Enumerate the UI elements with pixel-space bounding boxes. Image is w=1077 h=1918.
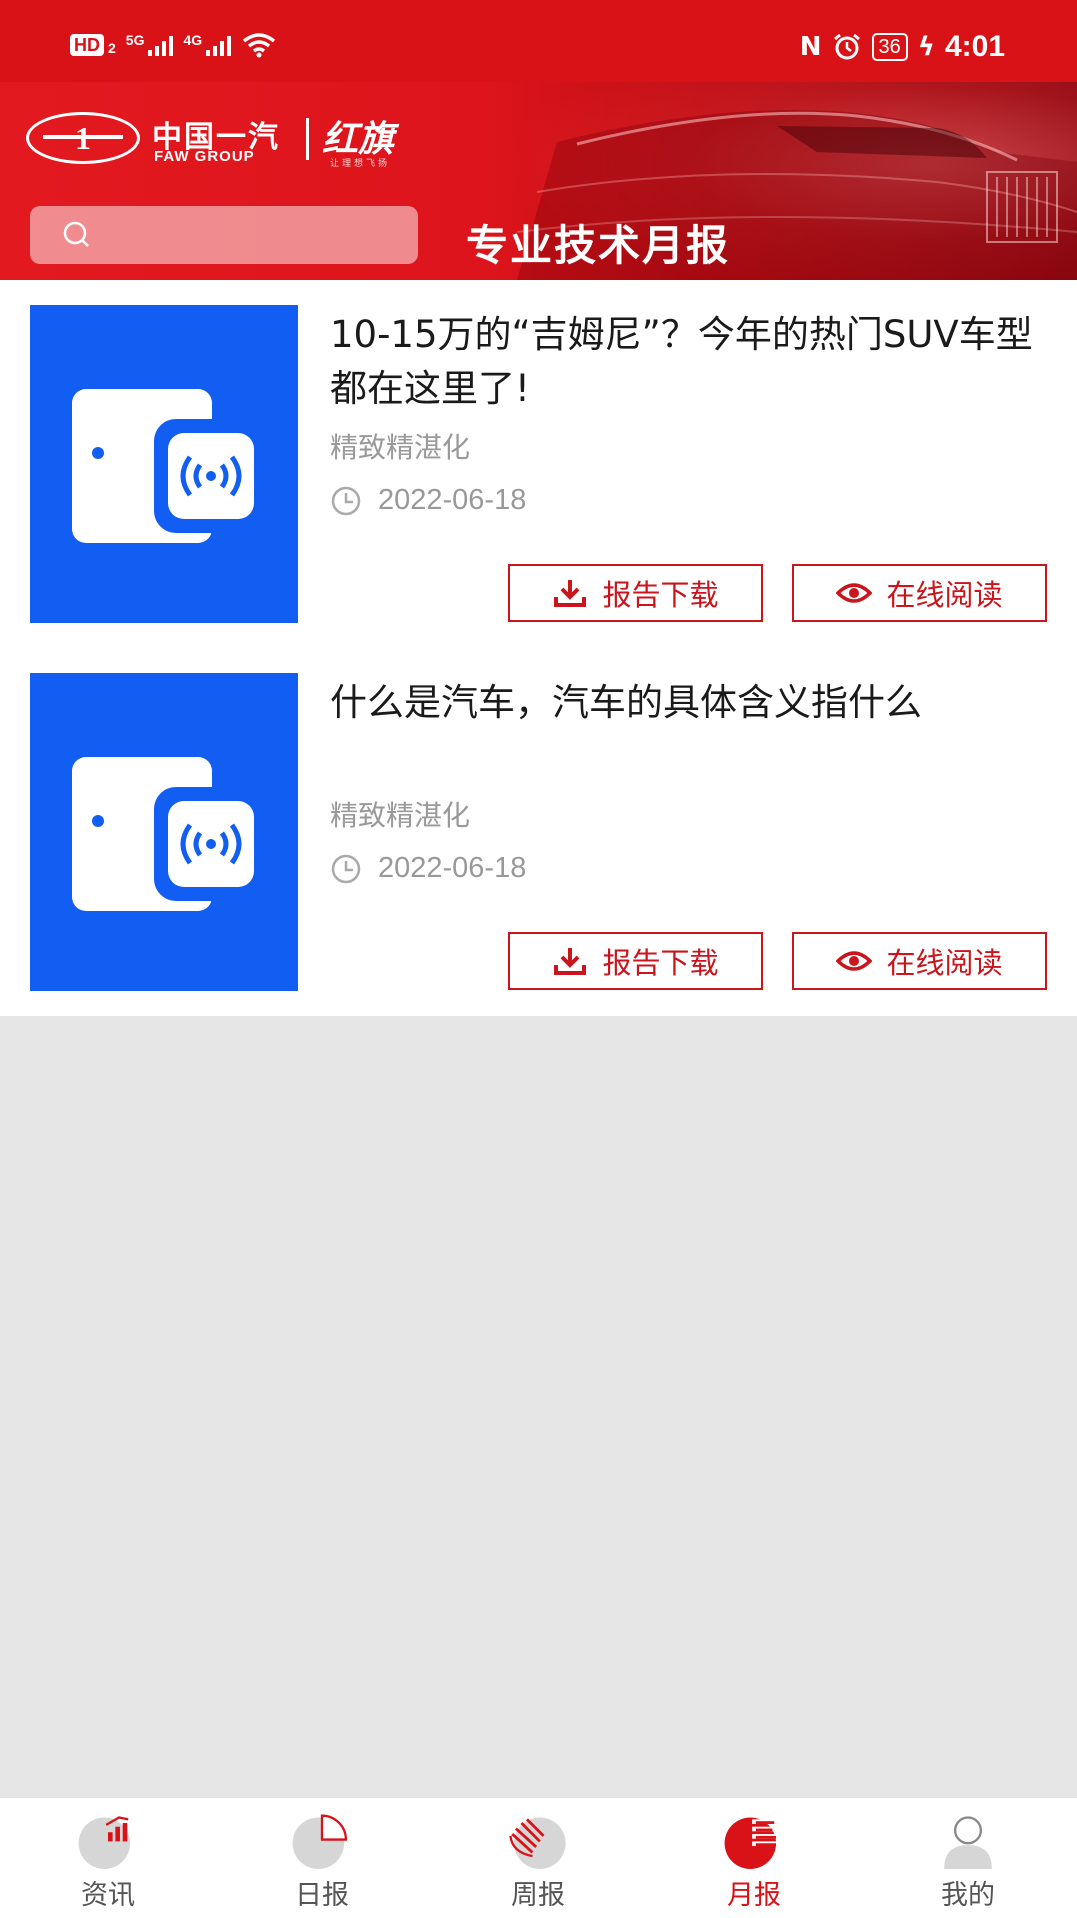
alarm-icon [833,33,860,60]
article-title[interactable]: 10-15万的“吉姆尼”？今年的热门SUV车型都在这里了! [330,308,1050,416]
weekly-fan-icon [509,1817,566,1869]
search-icon [63,221,89,247]
article-author: 精致精湛化 [330,799,471,832]
article-card[interactable]: 10-15万的“吉姆尼”？今年的热门SUV车型都在这里了! 精致精湛化 2022… [0,280,1077,623]
brand-slogan: 让理想飞扬 [330,159,391,169]
signal-bars-icon [148,34,174,56]
hd-badge: HD [70,34,104,56]
nav-tab-weekly[interactable]: 周报 [458,1812,618,1912]
eye-icon [836,951,873,971]
clock-time: 4:01 [944,30,1005,63]
network-5g-label: 5G [125,32,145,48]
nav-label-news: 资讯 [81,1880,135,1911]
article-date: 2022-06-18 [378,484,527,516]
sim-number: 2 [108,40,116,56]
article-title[interactable]: 什么是汽车，汽车的具体含义指什么 [330,676,1050,730]
status-left: HD 2 5G 4G [70,32,277,58]
profile-user-icon [944,1816,992,1869]
search-box[interactable] [30,206,418,264]
nav-label-monthly: 月报 [727,1880,781,1911]
clock-icon [331,854,361,883]
bottom-navigation: 资讯 日报 周报 月报 我的 [0,1797,1077,1918]
download-report-button[interactable]: 报告下载 [508,564,763,622]
article-thumbnail [30,673,298,991]
wifi-icon [243,33,276,58]
signal-bars-icon-2 [206,34,232,56]
network-4g-label: 4G [183,32,203,48]
read-online-button[interactable]: 在线阅读 [792,564,1047,622]
status-bar: HD 2 5G 4G N 36 ϟ 4:01 [0,0,1077,82]
download-icon [554,948,587,975]
hongqi-brand-logo: 红旗 [322,118,395,160]
page-title: 专业技术月报 [466,221,731,270]
nav-label-profile: 我的 [941,1880,995,1911]
logo-divider [306,118,309,160]
read-label: 在线阅读 [886,946,1003,980]
download-icon [554,580,587,607]
eye-icon [836,583,873,603]
article-date-row: 2022-06-18 [330,852,526,885]
faw-emblem-logo [26,112,140,164]
status-right: N 36 ϟ 4:01 [800,30,1005,64]
door-nfc-icon [72,389,268,543]
nav-label-weekly: 周报 [511,1880,565,1911]
nav-tab-news[interactable]: 资讯 [28,1812,188,1912]
logo-english-text: FAW GROUP [154,148,255,165]
door-nfc-icon [72,757,268,911]
article-card[interactable]: 什么是汽车，汽车的具体含义指什么 精致精湛化 2022-06-18 报告下载 在… [0,648,1077,991]
nav-tab-daily[interactable]: 日报 [242,1812,402,1912]
nav-label-daily: 日报 [295,1880,349,1911]
read-online-button[interactable]: 在线阅读 [792,932,1047,990]
article-list: 10-15万的“吉姆尼”？今年的热门SUV车型都在这里了! 精致精湛化 2022… [0,280,1077,1016]
clock-icon [331,486,361,515]
download-label: 报告下载 [602,946,719,980]
article-author: 精致精湛化 [330,431,471,464]
nfc-icon: N [799,32,822,62]
article-date: 2022-06-18 [378,852,527,884]
download-label: 报告下载 [602,578,719,612]
news-chart-icon [78,1816,131,1869]
monthly-list-icon [724,1817,780,1869]
charging-icon: ϟ [917,32,935,62]
article-thumbnail [30,305,298,623]
article-date-row: 2022-06-18 [330,484,526,517]
read-label: 在线阅读 [886,578,1003,612]
download-report-button[interactable]: 报告下载 [508,932,763,990]
nav-tab-profile[interactable]: 我的 [888,1812,1048,1912]
header-banner: 中国一汽 FAW GROUP 红旗 让理想飞扬 专业技术月报 [0,82,1077,280]
battery-indicator: 36 [871,33,908,61]
daily-pie-icon [292,1814,348,1869]
search-input[interactable] [120,216,404,256]
nav-tab-monthly[interactable]: 月报 [674,1812,834,1912]
